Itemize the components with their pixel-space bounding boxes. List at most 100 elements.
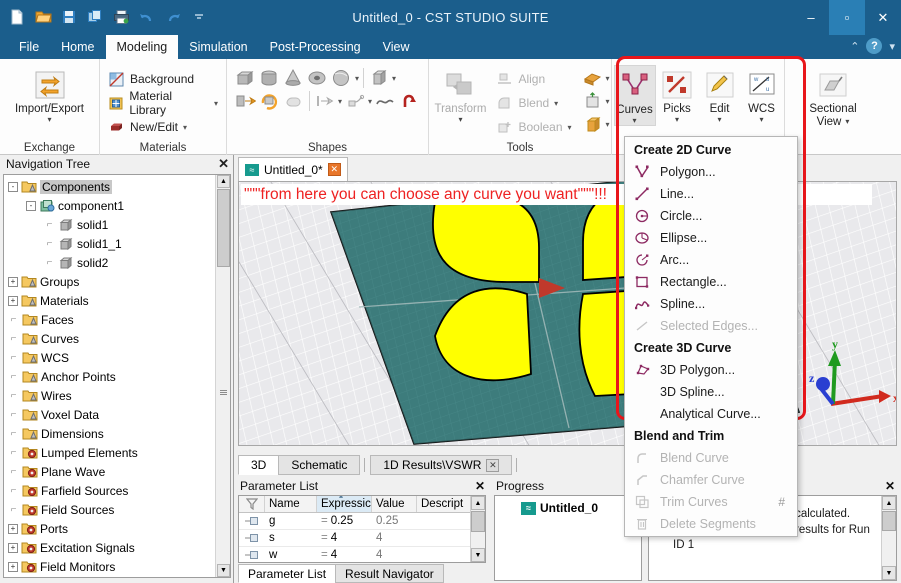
tree-node-farfield-sources[interactable]: ⌐ Farfield Sources xyxy=(4,481,216,500)
edit-button[interactable]: Edit ▾ xyxy=(699,65,741,124)
parameter-row[interactable]: w = 4 4 xyxy=(239,547,485,562)
extrude-icon[interactable] xyxy=(368,67,390,89)
tree-expander[interactable]: + xyxy=(8,542,18,553)
navigation-tree-close-icon[interactable]: ✕ xyxy=(218,156,229,172)
blend-button[interactable]: Blend ▾ xyxy=(492,91,575,115)
tree-node-curves[interactable]: ⌐ Curves xyxy=(4,329,216,348)
shape-tools-icon[interactable] xyxy=(582,67,604,89)
curves-caret-icon[interactable]: ▾ xyxy=(632,117,636,125)
ribbon-tab-view[interactable]: View xyxy=(372,35,421,59)
tree-node-materials[interactable]: + Materials xyxy=(4,291,216,310)
curves-button[interactable]: Curves ▾ xyxy=(613,65,656,127)
menu-item-polygon[interactable]: Polygon... xyxy=(625,161,797,183)
tree-node-voltage-and-current-monitors[interactable]: ⌐Voltage and Current Monitors xyxy=(4,576,216,577)
nav-scroll-thumb[interactable] xyxy=(217,189,230,267)
sectional-view-button[interactable]: Sectional View ▾ xyxy=(793,65,873,128)
parameter-column-expression[interactable]: Expressic ▴ xyxy=(317,496,372,512)
tree-node-component1[interactable]: - component1 xyxy=(4,196,216,215)
tree-node-field-sources[interactable]: ⌐ Field Sources xyxy=(4,500,216,519)
menu-item-ellipse[interactable]: Ellipse... xyxy=(625,227,797,249)
close-button[interactable]: ✕ xyxy=(865,0,901,35)
row-handle-icon[interactable] xyxy=(239,530,265,546)
param-scroll-up-icon[interactable]: ▲ xyxy=(471,496,485,510)
mesh-tools-caret-icon[interactable]: ▾ xyxy=(606,97,610,106)
curves-dropdown-menu[interactable]: Create 2D Curve Polygon... Line... Circle.… xyxy=(624,136,798,537)
wcs-button[interactable]: w uu WCS ▾ xyxy=(741,65,783,124)
parameter-row[interactable]: g = 0.25 0.25 xyxy=(239,513,485,530)
wcs-caret-icon[interactable]: ▾ xyxy=(759,116,763,124)
nav-scroll-up-icon[interactable]: ▲ xyxy=(217,175,230,188)
material-library-button[interactable]: Material Library ▾ xyxy=(104,89,222,117)
messages-close-icon[interactable]: ✕ xyxy=(885,479,895,493)
parameter-table-scrollbar[interactable]: ▲ ▼ xyxy=(470,496,485,562)
sphere-icon[interactable] xyxy=(331,67,353,89)
tree-expander[interactable]: - xyxy=(26,200,36,211)
help-dropdown-caret-icon[interactable]: ▾ xyxy=(889,40,895,53)
tree-node-lumped-elements[interactable]: ⌐ Lumped Elements xyxy=(4,443,216,462)
menu-item-3d-polygon[interactable]: 3D Polygon... xyxy=(625,359,797,381)
sweep-curve-caret-icon[interactable]: ▾ xyxy=(368,97,372,106)
tree-node-solid1-1[interactable]: ⌐ solid1_1 xyxy=(4,234,216,253)
navigation-tree-scrollbar[interactable]: ▲ ▼ xyxy=(215,175,230,577)
tree-node-anchor-points[interactable]: ⌐ Anchor Points xyxy=(4,367,216,386)
picks-button[interactable]: Picks ▾ xyxy=(656,65,699,124)
row-handle-icon[interactable] xyxy=(239,547,265,562)
ribbon-tab-file[interactable]: File xyxy=(8,35,50,59)
rotate-shape-icon[interactable] xyxy=(259,90,281,112)
parameter-column-name[interactable]: Name xyxy=(265,496,317,512)
blend-caret-icon[interactable]: ▾ xyxy=(554,99,558,108)
parameter-row[interactable]: s = 4 4 xyxy=(239,530,485,547)
transform-button[interactable]: Transform ▾ xyxy=(430,65,490,124)
messages-scrollbar[interactable]: ▲ ▼ xyxy=(881,496,896,580)
save-icon[interactable] xyxy=(58,6,80,28)
material-tools-caret-icon[interactable]: ▾ xyxy=(606,120,610,129)
edit-caret-icon[interactable]: ▾ xyxy=(717,116,721,124)
loft-icon[interactable] xyxy=(283,90,305,112)
row-handle-icon[interactable] xyxy=(239,513,265,529)
tree-expander[interactable]: - xyxy=(8,181,18,192)
import-export-button[interactable]: Import/Export ▾ xyxy=(13,65,87,124)
tree-expander[interactable]: + xyxy=(8,561,18,572)
tree-node-wires[interactable]: ⌐ Wires xyxy=(4,386,216,405)
import-export-caret-icon[interactable]: ▾ xyxy=(47,116,51,124)
tree-expander[interactable]: + xyxy=(8,276,18,287)
ribbon-tab-home[interactable]: Home xyxy=(50,35,105,59)
parameter-column-description[interactable]: Descript xyxy=(417,496,472,512)
tree-node-faces[interactable]: ⌐ Faces xyxy=(4,310,216,329)
menu-item-arc[interactable]: Arc... xyxy=(625,249,797,271)
menu-item-spline[interactable]: Spline... xyxy=(625,293,797,315)
help-icon[interactable]: ? xyxy=(866,38,883,54)
tree-node-solid2[interactable]: ⌐ solid2 xyxy=(4,253,216,272)
extrude-caret-icon[interactable]: ▾ xyxy=(392,74,396,83)
tree-node-excitation-signals[interactable]: + Excitation Signals xyxy=(4,538,216,557)
torus-icon[interactable] xyxy=(307,67,329,89)
new-edit-caret-icon[interactable]: ▾ xyxy=(183,123,187,132)
filter-icon[interactable] xyxy=(239,496,265,512)
menu-item-3d-spline[interactable]: 3D Spline... xyxy=(625,381,797,403)
extrude-face-icon[interactable] xyxy=(235,90,257,112)
document-tab-close-icon[interactable]: ✕ xyxy=(327,163,341,176)
param-scroll-thumb[interactable] xyxy=(471,511,485,532)
view-tab-1d-results-close-icon[interactable]: ✕ xyxy=(486,458,500,472)
menu-item-analytical-curve[interactable]: Analytical Curve... xyxy=(625,403,797,425)
tree-expander[interactable]: + xyxy=(8,523,18,534)
view-tab-schematic[interactable]: Schematic xyxy=(278,455,361,475)
sectional-view-caret-icon[interactable]: ▾ xyxy=(845,118,849,126)
new-edit-material-button[interactable]: New/Edit ▾ xyxy=(104,115,222,139)
shapes-more-caret-icon[interactable]: ▾ xyxy=(355,74,359,83)
brick-icon[interactable] xyxy=(235,67,257,89)
nav-scroll-down-icon[interactable]: ▼ xyxy=(217,564,230,577)
print-icon[interactable] xyxy=(110,6,132,28)
ribbon-tab-modeling[interactable]: Modeling xyxy=(105,35,179,59)
transform-caret-icon[interactable]: ▾ xyxy=(458,116,462,124)
tree-node-dimensions[interactable]: ⌐ Dimensions xyxy=(4,424,216,443)
background-button[interactable]: Background xyxy=(104,67,222,91)
mesh-tools-icon[interactable] xyxy=(582,90,604,112)
menu-item-line[interactable]: Line... xyxy=(625,183,797,205)
customize-qat-icon[interactable] xyxy=(188,6,210,28)
menu-item-circle[interactable]: Circle... xyxy=(625,205,797,227)
shape-tools-caret-icon[interactable]: ▾ xyxy=(606,74,610,83)
ribbon-tab-post-processing[interactable]: Post-Processing xyxy=(259,35,372,59)
param-scroll-down-icon[interactable]: ▼ xyxy=(471,548,485,562)
redo-icon[interactable] xyxy=(162,6,184,28)
